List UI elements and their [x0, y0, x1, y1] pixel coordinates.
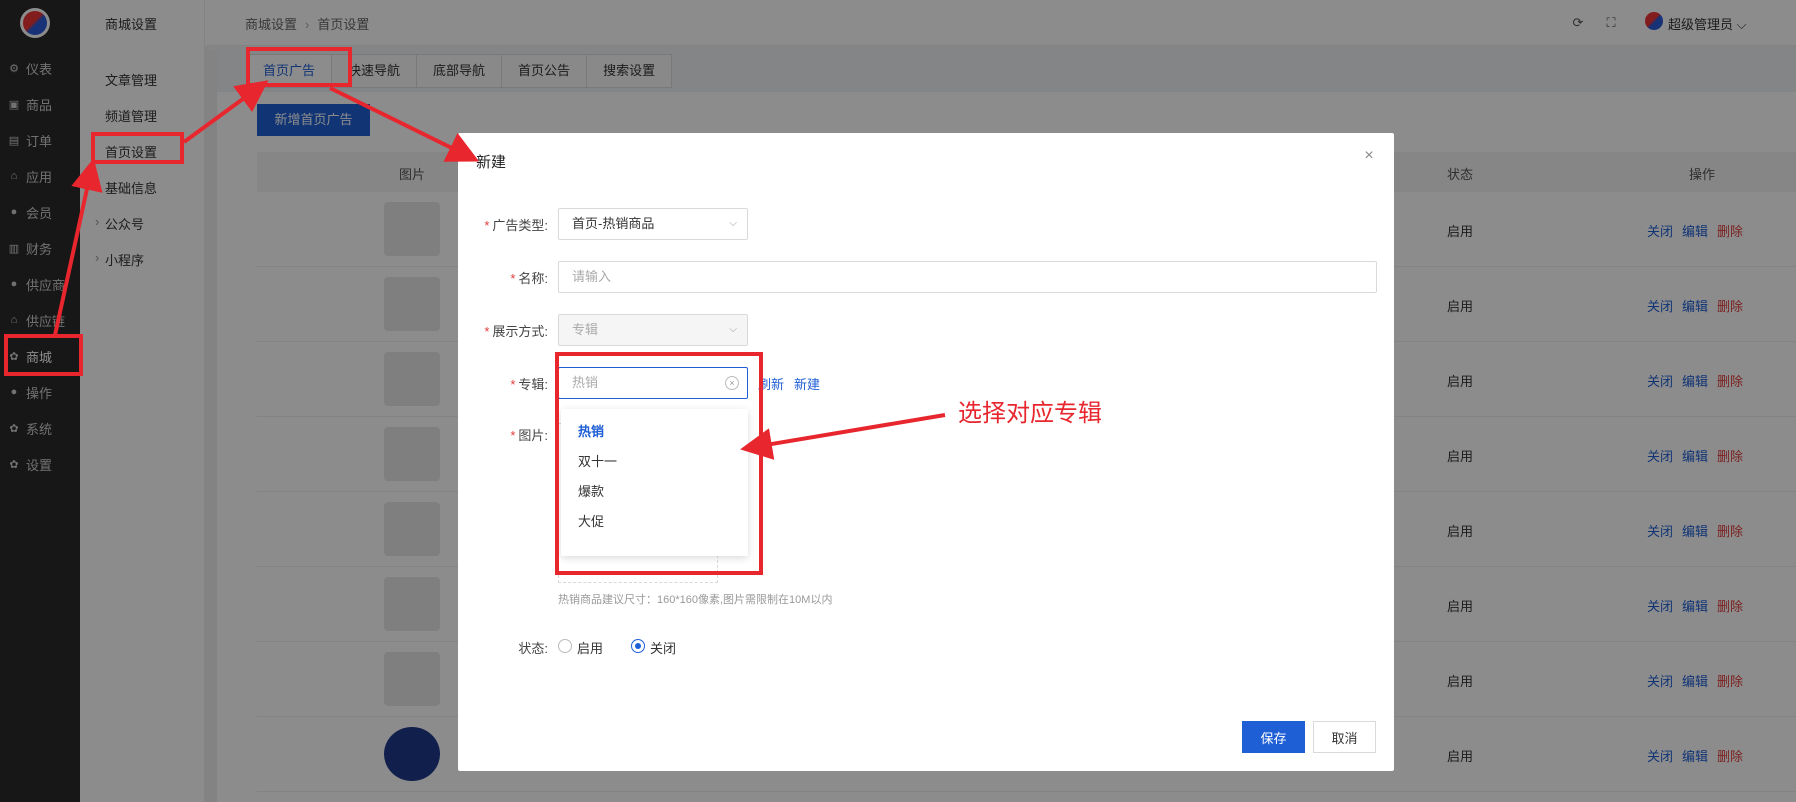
required-marker: * — [510, 428, 516, 443]
required-marker: * — [484, 218, 490, 233]
chevron-down-icon: ⌵ — [729, 324, 737, 335]
status-label: 状态: — [518, 641, 548, 656]
highlight-album-dropdown — [555, 352, 763, 575]
chevron-down-icon: ⌵ — [729, 218, 737, 229]
label-text: 专辑: — [518, 377, 548, 392]
new-album-link[interactable]: 新建 — [794, 374, 820, 393]
image-size-tip: 热销商品建议尺寸：160*160像素,图片需限制在10M以内 — [558, 594, 833, 606]
album-label: * 专辑: — [468, 374, 548, 393]
name-label: * 名称: — [468, 268, 548, 287]
cancel-button[interactable]: 取消 — [1313, 721, 1376, 753]
close-icon[interactable]: × — [1360, 147, 1378, 165]
select-value: 专辑 — [572, 322, 599, 337]
status-disabled-label[interactable]: 关闭 — [650, 638, 676, 657]
display-mode-label: * 展示方式: — [468, 321, 548, 340]
display-mode-select: 专辑 ⌵ — [558, 314, 748, 346]
ad-type-label: * 广告类型: — [468, 215, 548, 234]
annotation-select-album: 选择对应专辑 — [958, 399, 1102, 427]
label-text: 图片: — [518, 428, 548, 443]
name-input[interactable]: 请输入 — [558, 261, 1377, 293]
status-enabled-label[interactable]: 启用 — [577, 638, 603, 657]
status-enabled-radio[interactable] — [558, 639, 572, 653]
status-disabled-radio[interactable] — [631, 639, 645, 653]
select-value: 首页-热销商品 — [572, 216, 655, 231]
label-text: 广告类型: — [492, 218, 548, 233]
required-marker: * — [510, 377, 516, 392]
required-marker: * — [510, 271, 516, 286]
label-text: 展示方式: — [492, 324, 548, 339]
dialog-title: 新建 — [476, 154, 507, 171]
required-marker: * — [484, 324, 490, 339]
highlight-homepage-settings — [91, 132, 184, 164]
image-label: * 图片: — [468, 425, 548, 444]
highlight-homepage-ads-tab — [246, 47, 352, 87]
label-text: 名称: — [518, 271, 548, 286]
highlight-mall-menu — [4, 334, 83, 376]
save-button[interactable]: 保存 — [1242, 721, 1305, 753]
ad-type-select[interactable]: 首页-热销商品 ⌵ — [558, 208, 748, 240]
